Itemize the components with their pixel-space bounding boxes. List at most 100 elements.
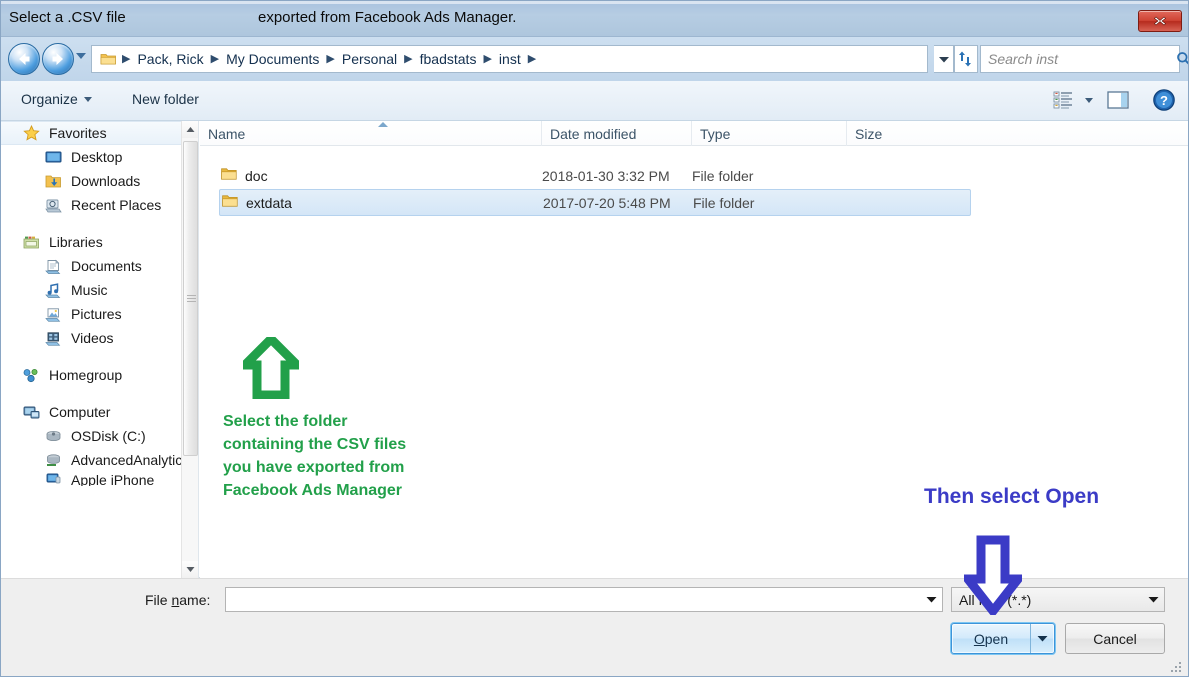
column-header-date-modified[interactable]: Date modified xyxy=(541,121,691,146)
file-name-input[interactable] xyxy=(226,590,920,609)
resize-grip-icon[interactable] xyxy=(1170,660,1184,674)
sidebar-item-osdisk[interactable]: OSDisk (C:) xyxy=(1,424,198,448)
open-split-chevron-down-icon[interactable] xyxy=(1030,624,1054,653)
column-header-name[interactable]: Name xyxy=(200,121,541,146)
music-library-icon xyxy=(45,282,62,298)
column-header-size[interactable]: Size xyxy=(846,121,941,146)
folder-icon xyxy=(221,167,237,184)
file-name-label: doc xyxy=(245,167,268,184)
libraries-icon xyxy=(23,235,40,250)
chevron-down-glyph xyxy=(926,597,936,603)
breadcrumb-separator: ▶ xyxy=(483,52,492,65)
star-glyph xyxy=(23,125,40,141)
open-button-label: Open xyxy=(952,631,1030,647)
network-drive-icon xyxy=(45,453,62,468)
sidebar-item-music[interactable]: Music xyxy=(1,278,198,302)
cancel-button[interactable]: Cancel xyxy=(1065,623,1165,654)
chevron-down-icon xyxy=(83,96,92,102)
file-row-type-cell: File folder xyxy=(693,194,755,211)
breadcrumb[interactable]: ▶ Pack, Rick ▶ My Documents ▶ Personal ▶… xyxy=(91,45,928,73)
search-icon[interactable] xyxy=(1172,51,1188,67)
address-dropdown-chevron-down-icon[interactable] xyxy=(934,45,954,73)
file-row-name-cell: doc xyxy=(221,167,268,184)
sidebar-item-computer[interactable]: Computer xyxy=(1,400,198,424)
sidebar-item-apple-iphone[interactable]: Apple iPhone xyxy=(1,472,198,486)
preview-pane-icon[interactable] xyxy=(1106,89,1130,116)
navigation-pane[interactable]: Favorites Desktop Downloads Recent Place… xyxy=(1,121,199,578)
homegroup-icon xyxy=(23,368,40,383)
videos-library-icon xyxy=(45,331,62,346)
portable-device-icon xyxy=(45,472,62,486)
column-header-row: Name Date modified Type Size xyxy=(200,121,1188,146)
sidebar-item-recent-places[interactable]: Recent Places xyxy=(1,193,198,217)
sidebar-item-downloads[interactable]: Downloads xyxy=(1,169,198,193)
file-name-combo[interactable] xyxy=(225,587,943,612)
window-title-suffix: exported from Facebook Ads Manager. xyxy=(258,9,517,26)
file-type-chevron-down-icon[interactable] xyxy=(1142,588,1164,611)
breadcrumb-separator: ▶ xyxy=(527,52,537,65)
sidebar-label: Recent Places xyxy=(71,197,162,213)
cancel-button-label: Cancel xyxy=(1093,630,1137,647)
table-row[interactable]: doc 2018-01-30 3:32 PM File folder xyxy=(200,162,1188,189)
search-input[interactable] xyxy=(981,50,1172,68)
recent-places-glyph xyxy=(45,199,62,212)
sidebar-item-favorites[interactable]: Favorites xyxy=(1,121,198,145)
file-row-type-cell: File folder xyxy=(692,167,754,184)
organize-button[interactable]: Organize xyxy=(21,91,92,107)
breadcrumb-item-3[interactable]: fbadstats xyxy=(416,51,481,67)
view-chevron-down-icon[interactable] xyxy=(1085,98,1093,103)
pictures-glyph xyxy=(45,307,61,322)
refresh-glyph xyxy=(959,51,971,67)
scroll-up-glyph xyxy=(186,127,195,132)
column-header-type[interactable]: Type xyxy=(691,121,846,146)
sidebar-item-documents[interactable]: Documents xyxy=(1,254,198,278)
back-arrow-glyph xyxy=(19,53,30,65)
forward-arrow-icon[interactable] xyxy=(42,43,74,75)
new-folder-label: New folder xyxy=(132,91,199,107)
file-name-label: File name: xyxy=(145,592,210,608)
file-list-pane[interactable]: Name Date modified Type Size doc 2018-01… xyxy=(200,121,1188,578)
search-box[interactable] xyxy=(980,45,1188,73)
list-view-icon[interactable] xyxy=(1052,89,1074,116)
open-button[interactable]: Open xyxy=(951,623,1055,654)
close-icon[interactable] xyxy=(1138,10,1182,32)
back-arrow-icon[interactable] xyxy=(8,43,40,75)
sidebar-item-videos[interactable]: Videos xyxy=(1,326,198,350)
sidebar-item-homegroup[interactable]: Homegroup xyxy=(1,363,198,387)
sidebar-item-desktop[interactable]: Desktop xyxy=(1,145,198,169)
breadcrumb-item-1[interactable]: My Documents xyxy=(222,51,323,67)
sidebar-item-libraries[interactable]: Libraries xyxy=(1,230,198,254)
breadcrumb-separator: ▶ xyxy=(122,52,131,65)
open-label-rest: pen xyxy=(984,630,1009,647)
preview-pane-glyph xyxy=(1107,91,1129,109)
breadcrumb-item-0[interactable]: Pack, Rick xyxy=(133,51,207,67)
network-drive-glyph xyxy=(47,453,60,466)
sidebar-item-pictures[interactable]: Pictures xyxy=(1,302,198,326)
breadcrumb-item-2[interactable]: Personal xyxy=(338,51,401,67)
recent-pages-chevron-icon[interactable] xyxy=(76,53,86,59)
breadcrumb-item-4[interactable]: inst xyxy=(495,51,525,67)
title-bar: Select a .CSV file exported from Faceboo… xyxy=(1,1,1188,37)
table-row[interactable]: extdata 2017-07-20 5:48 PM File folder xyxy=(219,189,971,216)
help-question-icon[interactable]: ? xyxy=(1152,88,1176,117)
list-view-glyph xyxy=(1053,91,1072,109)
computer-icon xyxy=(23,405,40,420)
forward-arrow-glyph xyxy=(52,53,63,65)
file-name-chevron-down-icon[interactable] xyxy=(920,588,942,611)
videos-glyph xyxy=(45,331,61,346)
refresh-icon[interactable] xyxy=(954,45,978,73)
new-folder-button[interactable]: New folder xyxy=(132,91,199,107)
toolbar: Organize New folder ? xyxy=(1,81,1188,121)
file-row-date-cell: 2017-07-20 5:48 PM xyxy=(543,194,671,211)
scroll-down-arrow-icon[interactable] xyxy=(182,561,198,578)
homegroup-glyph xyxy=(23,368,38,382)
file-type-value: All files (*.*) xyxy=(959,591,1032,608)
scroll-up-arrow-icon[interactable] xyxy=(182,121,198,138)
file-type-combo[interactable]: All files (*.*) xyxy=(951,587,1165,612)
sidebar-item-advancedanalytic[interactable]: AdvancedAnalytic xyxy=(1,448,198,472)
folder-icon xyxy=(98,52,119,66)
help-glyph: ? xyxy=(1153,89,1175,111)
sidebar-scrollbar[interactable] xyxy=(181,121,198,578)
sidebar-scrollbar-thumb[interactable] xyxy=(183,141,198,456)
